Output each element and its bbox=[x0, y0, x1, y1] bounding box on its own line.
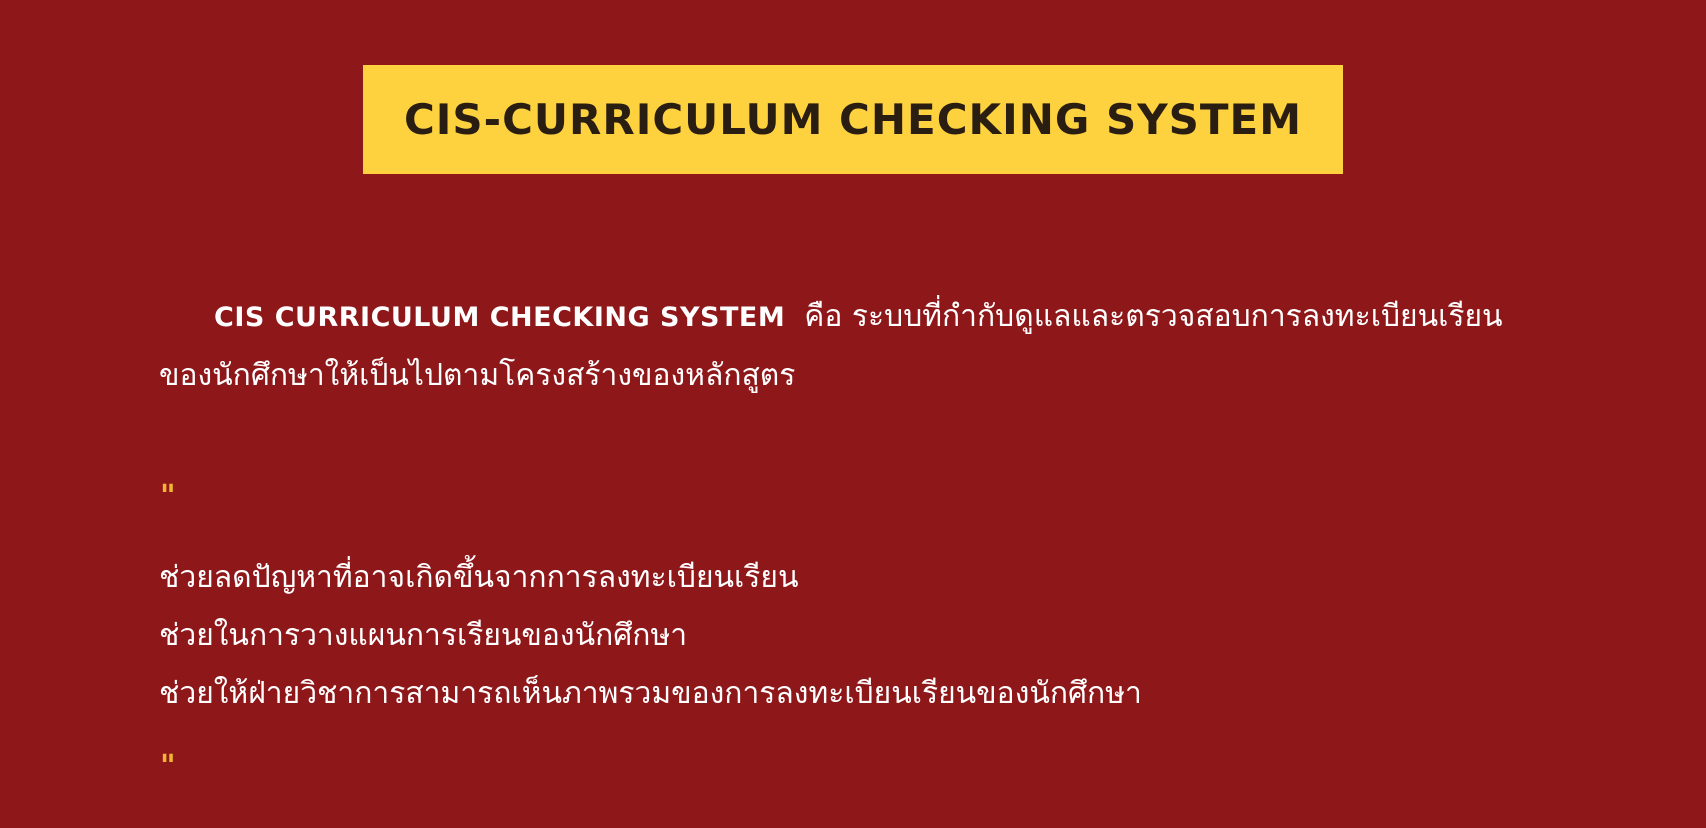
intro-paragraph: CIS CURRICULUM CHECKING SYSTEM คือ ระบบท… bbox=[159, 288, 1559, 405]
open-quote-mark: " bbox=[160, 479, 176, 514]
intro-definition: คือ ระบบที่กำกับดูแลและตรวจสอบการลงทะเบี… bbox=[804, 299, 1503, 334]
page-title: CIS-CURRICULUM CHECKING SYSTEM bbox=[403, 95, 1303, 144]
intro-line-1: CIS CURRICULUM CHECKING SYSTEM คือ ระบบท… bbox=[159, 288, 1559, 347]
benefits-list: ช่วยลดปัญหาที่อาจเกิดขึ้นจากการลงทะเบียน… bbox=[159, 549, 1142, 723]
intro-line-2: ของนักศึกษาให้เป็นไปตามโครงสร้างของหลักส… bbox=[159, 358, 796, 393]
title-banner: CIS-CURRICULUM CHECKING SYSTEM bbox=[363, 65, 1343, 174]
benefit-item: ช่วยให้ฝ่ายวิชาการสามารถเห็นภาพรวมของการ… bbox=[159, 676, 1142, 711]
close-quote-mark: " bbox=[160, 749, 176, 784]
benefit-item: ช่วยลดปัญหาที่อาจเกิดขึ้นจากการลงทะเบียน… bbox=[159, 560, 799, 595]
system-name: CIS CURRICULUM CHECKING SYSTEM bbox=[214, 302, 786, 333]
benefit-item: ช่วยในการวางแผนการเรียนของนักศึกษา bbox=[159, 618, 688, 653]
